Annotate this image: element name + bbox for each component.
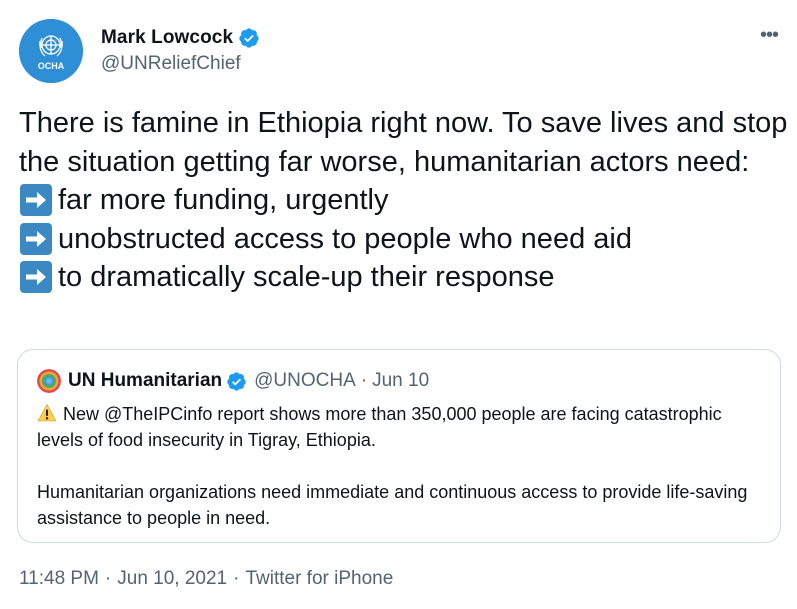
- warning-emoji-icon: [37, 403, 57, 422]
- author-block: Mark Lowcock @UNReliefChief: [101, 26, 260, 75]
- tweet-source-link[interactable]: Twitter for iPhone: [245, 568, 393, 589]
- tweet-point-text: unobstructed access to people who need a…: [58, 222, 632, 255]
- tweet-metadata: 11:48 PM · Jun 10, 2021 · Twitter for iPhone: [19, 568, 393, 590]
- quoted-tweet[interactable]: UN Humanitarian @UNOCHA · Jun 10 New @Th…: [17, 349, 781, 543]
- separator-dot: ·: [104, 568, 112, 589]
- quoted-paragraph-1-text: New @TheIPCinfo report shows more than 3…: [37, 404, 722, 450]
- tweet-point: to dramatically scale-up their response: [19, 258, 789, 297]
- quoted-author-avatar[interactable]: [37, 369, 61, 393]
- tweet-timestamp-link[interactable]: 11:48 PM · Jun 10, 2021: [19, 568, 227, 589]
- right-arrow-emoji-icon: [20, 184, 52, 217]
- quoted-tweet-header: UN Humanitarian @UNOCHA · Jun 10: [37, 369, 429, 393]
- tweet-point-text: far more funding, urgently: [58, 184, 389, 216]
- tweet-text: There is famine in Ethiopia right now. T…: [19, 104, 789, 297]
- right-arrow-emoji-icon: [20, 222, 52, 255]
- ocha-logo-icon: OCHA: [19, 19, 83, 83]
- separator-dot: ·: [360, 370, 368, 391]
- verified-badge-icon: [239, 28, 259, 48]
- separator-dot: ·: [233, 568, 240, 589]
- author-avatar[interactable]: OCHA: [19, 19, 83, 83]
- svg-text:OCHA: OCHA: [38, 61, 65, 71]
- author-handle[interactable]: @UNReliefChief: [101, 53, 260, 75]
- tweet-point-text: to dramatically scale-up their response: [58, 261, 555, 293]
- quoted-paragraph-1: New @TheIPCinfo report shows more than 3…: [37, 401, 767, 453]
- tweet-point: unobstructed access to people who need a…: [19, 220, 789, 259]
- right-arrow-emoji-icon: [20, 261, 52, 294]
- tweet-point: far more funding, urgently: [19, 181, 789, 220]
- more-options-icon: •••: [759, 24, 779, 46]
- quoted-paragraph-2: Humanitarian organizations need immediat…: [37, 482, 748, 528]
- tweet-card: OCHA Mark Lowcock @UNReliefChief ••• The…: [0, 0, 797, 609]
- verified-badge-icon: [227, 371, 246, 391]
- quoted-author-handle: @UNOCHA: [254, 370, 356, 391]
- quoted-tweet-text: New @TheIPCinfo report shows more than 3…: [37, 401, 767, 531]
- tweet-time: 11:48 PM: [19, 568, 99, 589]
- quoted-tweet-date: Jun 10: [372, 370, 430, 391]
- author-display-name[interactable]: Mark Lowcock: [101, 27, 233, 49]
- quoted-author-name: UN Humanitarian: [68, 370, 223, 391]
- tweet-date: Jun 10, 2021: [117, 568, 228, 589]
- tweet-intro: There is famine in Ethiopia right now. T…: [19, 107, 788, 178]
- more-options-button[interactable]: •••: [757, 24, 781, 51]
